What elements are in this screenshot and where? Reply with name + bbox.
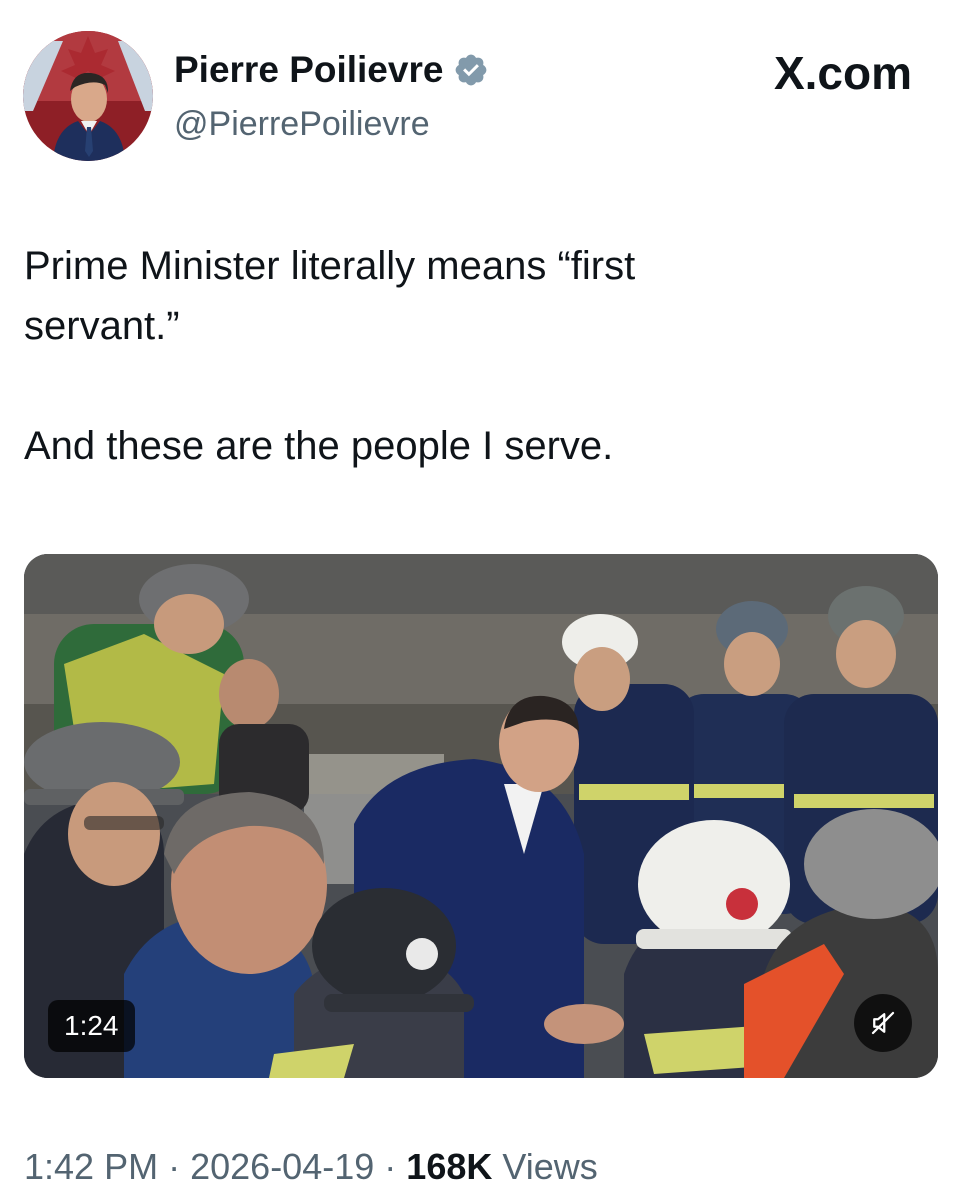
mute-toggle-button[interactable] (854, 994, 912, 1052)
views-label: Views (502, 1146, 598, 1187)
profile-photo-icon (23, 31, 153, 161)
author-handle[interactable]: @PierrePoilievre (174, 104, 430, 144)
tweet-text: Prime Minister literally means “first se… (24, 236, 924, 476)
video-thumbnail (24, 554, 938, 1078)
video-player[interactable]: 1:24 (24, 554, 938, 1078)
views-count: 168K (406, 1146, 493, 1187)
speaker-muted-icon (871, 1011, 895, 1035)
author-display-name[interactable]: Pierre Poilievre (174, 48, 489, 92)
brand-label: X.com (773, 47, 912, 99)
meta-separator: · (384, 1146, 397, 1187)
tweet-date[interactable]: 2026-04-19 (190, 1146, 374, 1187)
author-name-text: Pierre Poilievre (174, 49, 444, 90)
tweet-meta: 1:42 PM · 2026-04-19 · 168K Views (24, 1144, 598, 1190)
video-duration-badge: 1:24 (48, 1000, 135, 1052)
tweet-time[interactable]: 1:42 PM (24, 1146, 158, 1187)
tweet-paragraph: And these are the people I serve. (24, 424, 614, 468)
verified-badge-icon (453, 52, 489, 88)
tweet-paragraph: Prime Minister literally means “first se… (24, 244, 636, 348)
meta-separator: · (168, 1146, 181, 1187)
author-avatar[interactable] (23, 31, 153, 161)
